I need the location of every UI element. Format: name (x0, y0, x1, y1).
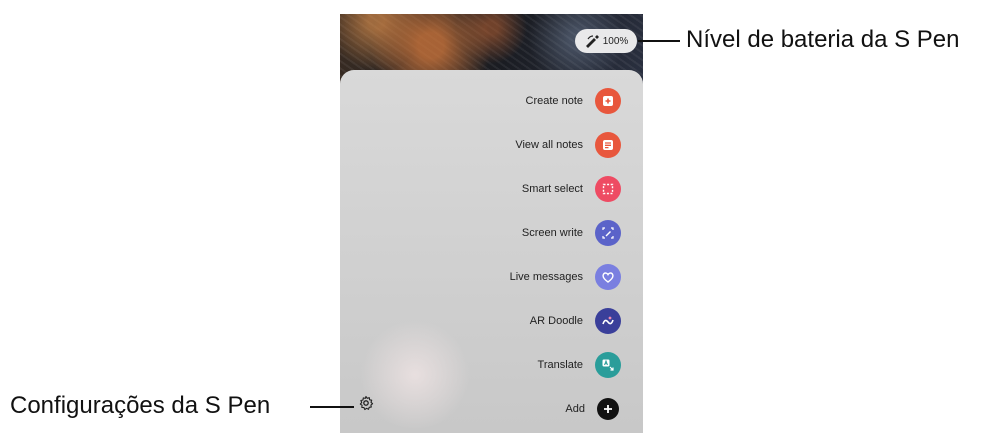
menu-item-label: Translate (537, 359, 583, 371)
menu-item-translate[interactable]: Translate (538, 350, 621, 380)
menu-item-screen-write[interactable]: Screen write (522, 218, 621, 248)
menu-item-live-messages[interactable]: Live messages (510, 262, 621, 292)
menu-item-create-note[interactable]: Create note (526, 86, 621, 116)
spen-icon (585, 35, 599, 48)
battery-percentage: 100% (602, 35, 629, 47)
phone-screen: 100% Create note View all notes Smart se… (340, 14, 643, 433)
settings-callout-label: Configurações da S Pen (10, 392, 271, 419)
menu-item-ar-doodle[interactable]: AR Doodle (530, 306, 621, 336)
translate-icon (595, 352, 621, 378)
battery-callout-label: Nível de bateria da S Pen (686, 26, 960, 53)
menu-item-label: Add (565, 403, 585, 415)
settings-gear-icon[interactable] (358, 395, 374, 411)
view-all-notes-icon (595, 132, 621, 158)
menu-item-label: Smart select (521, 183, 583, 195)
menu-item-label: Create note (525, 95, 583, 107)
menu-item-label: AR Doodle (529, 315, 583, 327)
battery-callout-line (638, 40, 680, 42)
add-icon (597, 398, 619, 420)
menu-item-label: View all notes (515, 139, 583, 151)
ar-doodle-icon (595, 308, 621, 334)
air-command-panel: Create note View all notes Smart select … (340, 70, 643, 433)
menu-item-label: Screen write (521, 227, 583, 239)
spen-battery-indicator: 100% (575, 29, 637, 53)
menu-item-add[interactable]: Add (565, 394, 621, 424)
panel-glow (360, 320, 470, 430)
screen-write-icon (595, 220, 621, 246)
live-messages-icon (595, 264, 621, 290)
settings-callout-line (310, 406, 354, 408)
smart-select-icon (595, 176, 621, 202)
menu-item-view-all-notes[interactable]: View all notes (515, 130, 621, 160)
menu-item-smart-select[interactable]: Smart select (522, 174, 621, 204)
menu-item-label: Live messages (509, 271, 583, 283)
create-note-icon (595, 88, 621, 114)
